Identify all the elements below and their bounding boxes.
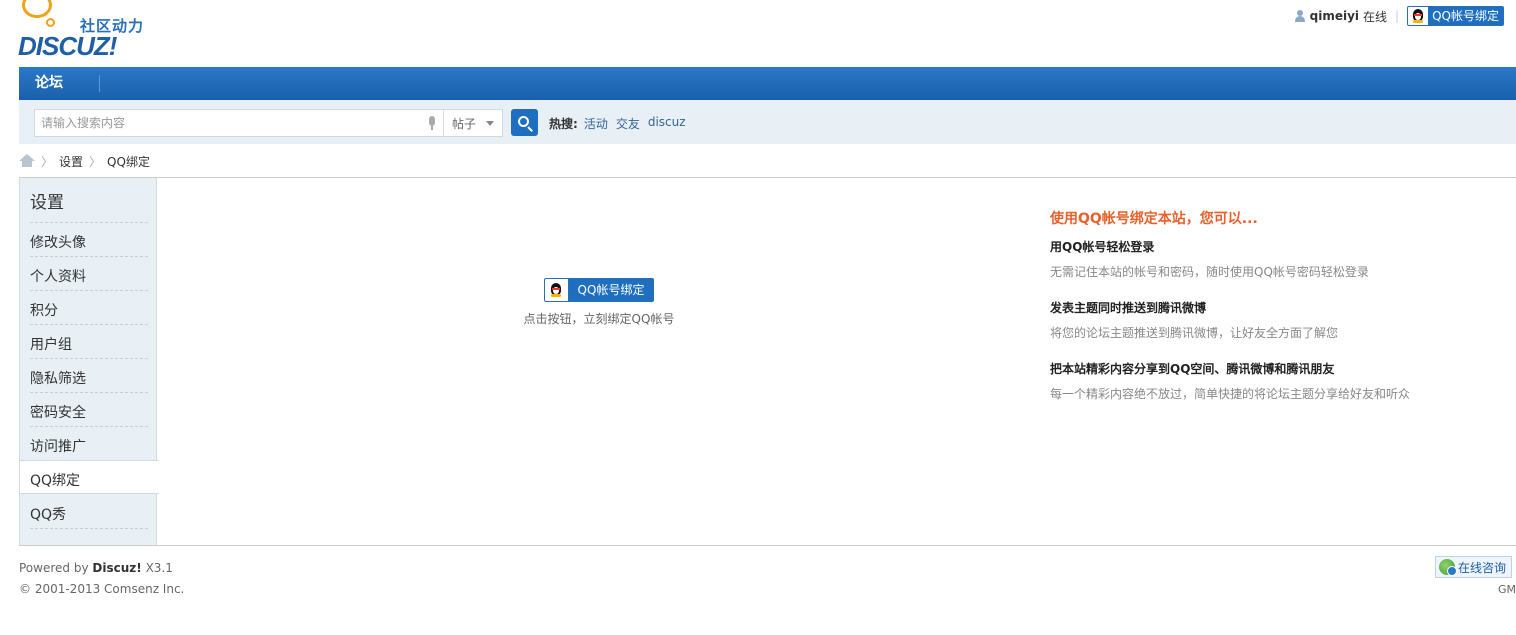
benefit-description: 将您的论坛主题推送到腾讯微博，让好友全方面了解您 [1050, 326, 1339, 340]
sidebar-item-label: 积分 [30, 303, 58, 319]
chevron-right-icon: 〉 [89, 154, 102, 169]
sidebar-item-usergroup[interactable]: 用户组 [20, 325, 157, 359]
search-bar: 帖子 热搜: 活动 交友 discuz [19, 100, 1516, 144]
benefit-description: 每一个精彩内容绝不放过，简单快捷的将论坛主题分享给好友和听众 [1050, 387, 1411, 401]
sidebar-item-promotion[interactable]: 访问推广 [20, 427, 157, 461]
sidebar-item-privacy[interactable]: 隐私筛选 [20, 359, 157, 393]
search-type-select[interactable]: 帖子 [443, 110, 503, 136]
hot-searches: 热搜: 活动 交友 discuz [549, 115, 688, 132]
benefit-item: 用QQ帐号轻松登录 无需记住本站的帐号和密码，随时使用QQ帐号密码轻松登录 [1050, 238, 1490, 280]
sidebar-item-qq-show[interactable]: QQ秀 [20, 495, 157, 529]
qq-bind-header-button[interactable]: QQ帐号绑定 [1407, 6, 1504, 26]
divider: | [1395, 9, 1400, 23]
qq-bind-hint: 点击按钮，立刻绑定QQ帐号 [523, 312, 675, 326]
powered-prefix: Powered by [19, 561, 89, 575]
nav-item-forum[interactable]: 论坛 [19, 67, 79, 100]
sidebar-item-qq-bind[interactable]: QQ绑定 [20, 460, 159, 494]
chevron-down-icon [486, 120, 495, 126]
search-icon [518, 116, 529, 127]
user-bar: qimeiyi 在线 | QQ帐号绑定 [1294, 6, 1504, 26]
microphone-icon[interactable] [427, 116, 437, 131]
benefit-item: 发表主题同时推送到腾讯微博 将您的论坛主题推送到腾讯微博，让好友全方面了解您 [1050, 299, 1490, 341]
copyright: © 2001-2013 Comsenz Inc. [19, 582, 185, 596]
consult-globe-icon [1438, 559, 1457, 576]
sidebar-item-profile[interactable]: 个人资料 [20, 257, 157, 291]
chevron-right-icon: 〉 [41, 154, 54, 169]
version-text: X3.1 [145, 561, 173, 575]
main-content: 设置 修改头像 个人资料 积分 用户组 隐私筛选 密码安全 访问推广 QQ绑定 … [19, 177, 1516, 546]
online-consult-button[interactable]: 在线咨询 [1434, 556, 1512, 578]
sidebar-item-label: 访问推广 [30, 439, 86, 455]
qq-penguin-icon [1412, 9, 1424, 23]
qq-penguin-icon [550, 283, 562, 297]
main-nav: 论坛 [19, 67, 1516, 100]
sidebar-item-credits[interactable]: 积分 [20, 291, 157, 325]
benefit-item: 把本站精彩内容分享到QQ空间、腾讯微博和腾讯朋友 每一个精彩内容绝不放过，简单快… [1050, 360, 1490, 402]
username-link[interactable]: qimeiyi [1310, 9, 1359, 23]
qq-bind-button[interactable]: QQ帐号绑定 [543, 278, 655, 302]
sidebar-item-avatar[interactable]: 修改头像 [20, 223, 157, 257]
search-button[interactable] [511, 109, 538, 136]
benefit-title: 用QQ帐号轻松登录 [1050, 240, 1155, 254]
logo-bubble-icon [46, 18, 55, 27]
search-box: 帖子 [34, 109, 503, 137]
sidebar-item-label: 用户组 [30, 337, 72, 353]
logo-wordmark: DISCUZ! [18, 31, 117, 61]
consult-label: 在线咨询 [1457, 560, 1506, 575]
breadcrumb-settings[interactable]: 设置 [59, 153, 83, 170]
sidebar-title: 设置 [30, 193, 64, 213]
benefits-panel: 使用QQ帐号绑定本站，您可以... 用QQ帐号轻松登录 无需记住本站的帐号和密码… [1050, 208, 1490, 402]
hot-search-link[interactable]: discuz [648, 115, 686, 132]
sidebar-item-label: QQ秀 [30, 507, 67, 523]
qq-bind-header-label: QQ帐号绑定 [1428, 7, 1503, 25]
footer-info: Powered by Discuz! X3.1 © 2001-2013 Coms… [19, 558, 184, 600]
breadcrumb: 〉 设置 〉 QQ绑定 [19, 152, 150, 170]
nav-divider [99, 75, 100, 92]
settings-sidebar: 设置 修改头像 个人资料 积分 用户组 隐私筛选 密码安全 访问推广 QQ绑定 … [19, 178, 159, 545]
sidebar-item-label: QQ绑定 [30, 473, 81, 489]
benefits-headline: 使用QQ帐号绑定本站，您可以... [1050, 211, 1258, 227]
sidebar-item-label: 密码安全 [30, 405, 86, 421]
powered-by: Powered by Discuz! X3.1 [19, 558, 184, 579]
hot-search-label: 热搜: [549, 117, 578, 131]
sidebar-item-password[interactable]: 密码安全 [20, 393, 157, 427]
benefit-title: 发表主题同时推送到腾讯微博 [1050, 301, 1207, 315]
benefit-title: 把本站精彩内容分享到QQ空间、腾讯微博和腾讯朋友 [1050, 362, 1335, 376]
sidebar-item-label: 修改头像 [30, 235, 86, 251]
sidebar-item-label: 隐私筛选 [30, 371, 86, 387]
qq-bind-button-label: QQ帐号绑定 [568, 279, 654, 301]
logo-cloud-icon [22, 0, 52, 18]
hot-search-link[interactable]: 交友 [616, 115, 640, 132]
gm-label: GM [1497, 583, 1516, 596]
hot-search-link[interactable]: 活动 [584, 115, 608, 132]
search-type-value: 帖子 [452, 116, 477, 131]
benefit-description: 无需记住本站的帐号和密码，随时使用QQ帐号密码轻松登录 [1050, 265, 1369, 279]
home-icon[interactable] [19, 154, 35, 168]
powered-brand-link[interactable]: Discuz! [92, 561, 141, 575]
sidebar-item-label: 个人资料 [30, 269, 86, 285]
online-status: 在线 [1363, 9, 1388, 24]
breadcrumb-current: QQ绑定 [107, 154, 150, 169]
qq-bind-panel: QQ帐号绑定 点击按钮，立刻绑定QQ帐号 [499, 278, 699, 327]
site-logo[interactable]: 社区动力 DISCUZ! [18, 0, 158, 61]
user-icon [1294, 10, 1306, 22]
search-input[interactable] [35, 110, 425, 136]
